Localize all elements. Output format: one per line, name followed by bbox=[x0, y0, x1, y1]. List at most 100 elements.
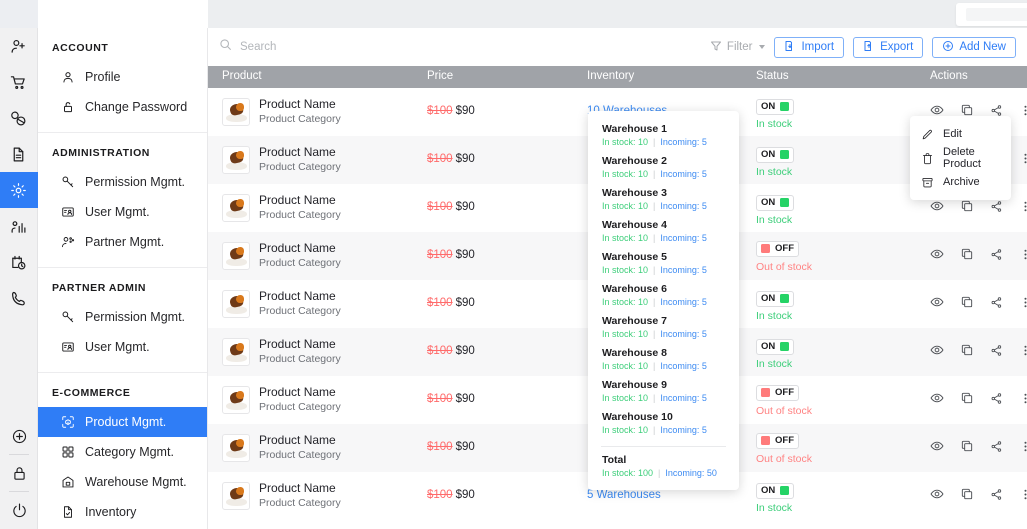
share-icon[interactable] bbox=[990, 392, 1003, 405]
more-vertical-icon[interactable] bbox=[1019, 344, 1027, 357]
status-toggle[interactable]: OFF bbox=[756, 384, 799, 401]
rail-button-analytics[interactable] bbox=[0, 208, 38, 244]
warehouse-item[interactable]: Warehouse 2 In stock: 10 | Incoming: 5 bbox=[588, 152, 739, 184]
menu-item-delete-product[interactable]: Delete Product bbox=[910, 146, 1011, 170]
rail-button-pills[interactable] bbox=[0, 100, 38, 136]
share-icon[interactable] bbox=[990, 296, 1003, 309]
share-icon[interactable] bbox=[990, 488, 1003, 501]
status-cell: ON In stock bbox=[756, 144, 795, 178]
warehouse-incoming: Incoming: 5 bbox=[660, 201, 707, 211]
product-name: Product Name bbox=[259, 385, 336, 399]
rail-button-cart[interactable] bbox=[0, 64, 38, 100]
sidebar-item-category-mgmt[interactable]: Category Mgmt. bbox=[38, 437, 207, 467]
status-label: ON bbox=[761, 485, 776, 496]
copy-icon[interactable] bbox=[960, 247, 974, 261]
analytics-icon bbox=[10, 218, 27, 235]
eye-icon[interactable] bbox=[930, 247, 944, 261]
rail-button-gear[interactable] bbox=[0, 172, 38, 208]
eye-icon[interactable] bbox=[930, 487, 944, 501]
add-new-button[interactable]: Add New bbox=[932, 36, 1016, 58]
top-bar-select[interactable] bbox=[956, 3, 1027, 26]
status-toggle[interactable]: ON bbox=[756, 146, 795, 163]
eye-icon[interactable] bbox=[930, 295, 944, 309]
share-icon[interactable] bbox=[990, 248, 1003, 261]
warehouse-item[interactable]: Warehouse 3 In stock: 10 | Incoming: 5 bbox=[588, 184, 739, 216]
status-toggle[interactable]: ON bbox=[756, 482, 795, 499]
status-toggle[interactable]: OFF bbox=[756, 240, 799, 257]
more-vertical-icon[interactable] bbox=[1019, 152, 1027, 165]
product-name: Product Name bbox=[259, 433, 336, 447]
sidebar-item-product-mgmt[interactable]: Product Mgmt. bbox=[38, 407, 207, 437]
inventory-link[interactable]: 5 Warehouses bbox=[587, 489, 661, 501]
sidebar-item-user-mgmt[interactable]: User Mgmt. bbox=[38, 332, 207, 362]
share-icon[interactable] bbox=[990, 200, 1003, 213]
warehouse-item[interactable]: Warehouse 5 In stock: 10 | Incoming: 5 bbox=[588, 248, 739, 280]
warehouse-item[interactable]: Warehouse 1 In stock: 10 | Incoming: 5 bbox=[588, 120, 739, 152]
warehouse-item[interactable]: Warehouse 8 In stock: 10 | Incoming: 5 bbox=[588, 344, 739, 376]
warehouse-item[interactable]: Warehouse 9 In stock: 10 | Incoming: 5 bbox=[588, 376, 739, 408]
status-toggle[interactable]: ON bbox=[756, 194, 795, 211]
share-icon[interactable] bbox=[990, 440, 1003, 453]
pencil-icon bbox=[921, 128, 934, 141]
status-cell: ON In stock bbox=[756, 96, 795, 130]
sidebar-item-change-password[interactable]: Change Password bbox=[38, 92, 207, 122]
product-category: Product Category bbox=[259, 113, 341, 125]
status-toggle[interactable]: OFF bbox=[756, 432, 799, 449]
more-vertical-icon[interactable] bbox=[1019, 296, 1027, 309]
copy-icon[interactable] bbox=[960, 199, 974, 213]
copy-icon[interactable] bbox=[960, 391, 974, 405]
rail-button-plus-circle[interactable] bbox=[0, 421, 38, 451]
more-vertical-icon[interactable] bbox=[1019, 248, 1027, 261]
status-toggle[interactable]: ON bbox=[756, 290, 795, 307]
eye-icon[interactable] bbox=[930, 343, 944, 357]
warehouse-item[interactable]: Warehouse 7 In stock: 10 | Incoming: 5 bbox=[588, 312, 739, 344]
sidebar-item-profile[interactable]: Profile bbox=[38, 62, 207, 92]
search-input[interactable] bbox=[240, 41, 460, 53]
copy-icon[interactable] bbox=[960, 295, 974, 309]
rail-button-document[interactable] bbox=[0, 136, 38, 172]
price-discounted: $90 bbox=[455, 297, 475, 309]
sidebar-item-label: Permission Mgmt. bbox=[85, 175, 186, 189]
sidebar-item-inventory[interactable]: Inventory bbox=[38, 497, 207, 527]
sidebar-item-permission-mgmt[interactable]: Permission Mgmt. bbox=[38, 167, 207, 197]
copy-icon[interactable] bbox=[960, 103, 974, 117]
price-original: $100 bbox=[427, 489, 453, 501]
warehouse-incoming: Incoming: 5 bbox=[660, 297, 707, 307]
eye-icon[interactable] bbox=[930, 391, 944, 405]
warehouse-item[interactable]: Warehouse 4 In stock: 10 | Incoming: 5 bbox=[588, 216, 739, 248]
sidebar-item-user-mgmt[interactable]: User Mgmt. bbox=[38, 197, 207, 227]
warehouse-item[interactable]: Warehouse 10 In stock: 10 | Incoming: 5 bbox=[588, 408, 739, 440]
eye-icon[interactable] bbox=[930, 439, 944, 453]
status-toggle[interactable]: ON bbox=[756, 98, 795, 115]
filter-button[interactable]: Filter bbox=[710, 40, 766, 55]
sidebar-item-warehouse-mgmt[interactable]: Warehouse Mgmt. bbox=[38, 467, 207, 497]
more-vertical-icon[interactable] bbox=[1019, 392, 1027, 405]
status-toggle[interactable]: ON bbox=[756, 338, 795, 355]
warehouse-in-stock: In stock: 10 bbox=[602, 361, 649, 371]
search-box[interactable] bbox=[219, 38, 460, 56]
share-icon[interactable] bbox=[990, 344, 1003, 357]
sidebar-item-partner-mgmt[interactable]: Partner Mgmt. bbox=[38, 227, 207, 257]
menu-item-archive[interactable]: Archive bbox=[910, 170, 1011, 194]
eye-icon[interactable] bbox=[930, 199, 944, 213]
rail-button-lock[interactable] bbox=[0, 458, 38, 488]
rail-button-user-add[interactable] bbox=[0, 28, 38, 64]
rail-button-calendar-clock[interactable] bbox=[0, 244, 38, 280]
rail-button-power[interactable] bbox=[0, 495, 38, 525]
more-vertical-icon[interactable] bbox=[1019, 200, 1027, 213]
cart-icon bbox=[10, 74, 27, 91]
copy-icon[interactable] bbox=[960, 439, 974, 453]
share-icon[interactable] bbox=[990, 104, 1003, 117]
export-button[interactable]: Export bbox=[853, 36, 924, 58]
more-vertical-icon[interactable] bbox=[1019, 104, 1027, 117]
rail-button-phone[interactable] bbox=[0, 280, 38, 316]
more-vertical-icon[interactable] bbox=[1019, 488, 1027, 501]
copy-icon[interactable] bbox=[960, 343, 974, 357]
eye-icon[interactable] bbox=[930, 103, 944, 117]
import-button[interactable]: Import bbox=[774, 36, 845, 58]
more-vertical-icon[interactable] bbox=[1019, 440, 1027, 453]
copy-icon[interactable] bbox=[960, 487, 974, 501]
menu-item-edit[interactable]: Edit bbox=[910, 122, 1011, 146]
warehouse-item[interactable]: Warehouse 6 In stock: 10 | Incoming: 5 bbox=[588, 280, 739, 312]
sidebar-item-permission-mgmt[interactable]: Permission Mgmt. bbox=[38, 302, 207, 332]
